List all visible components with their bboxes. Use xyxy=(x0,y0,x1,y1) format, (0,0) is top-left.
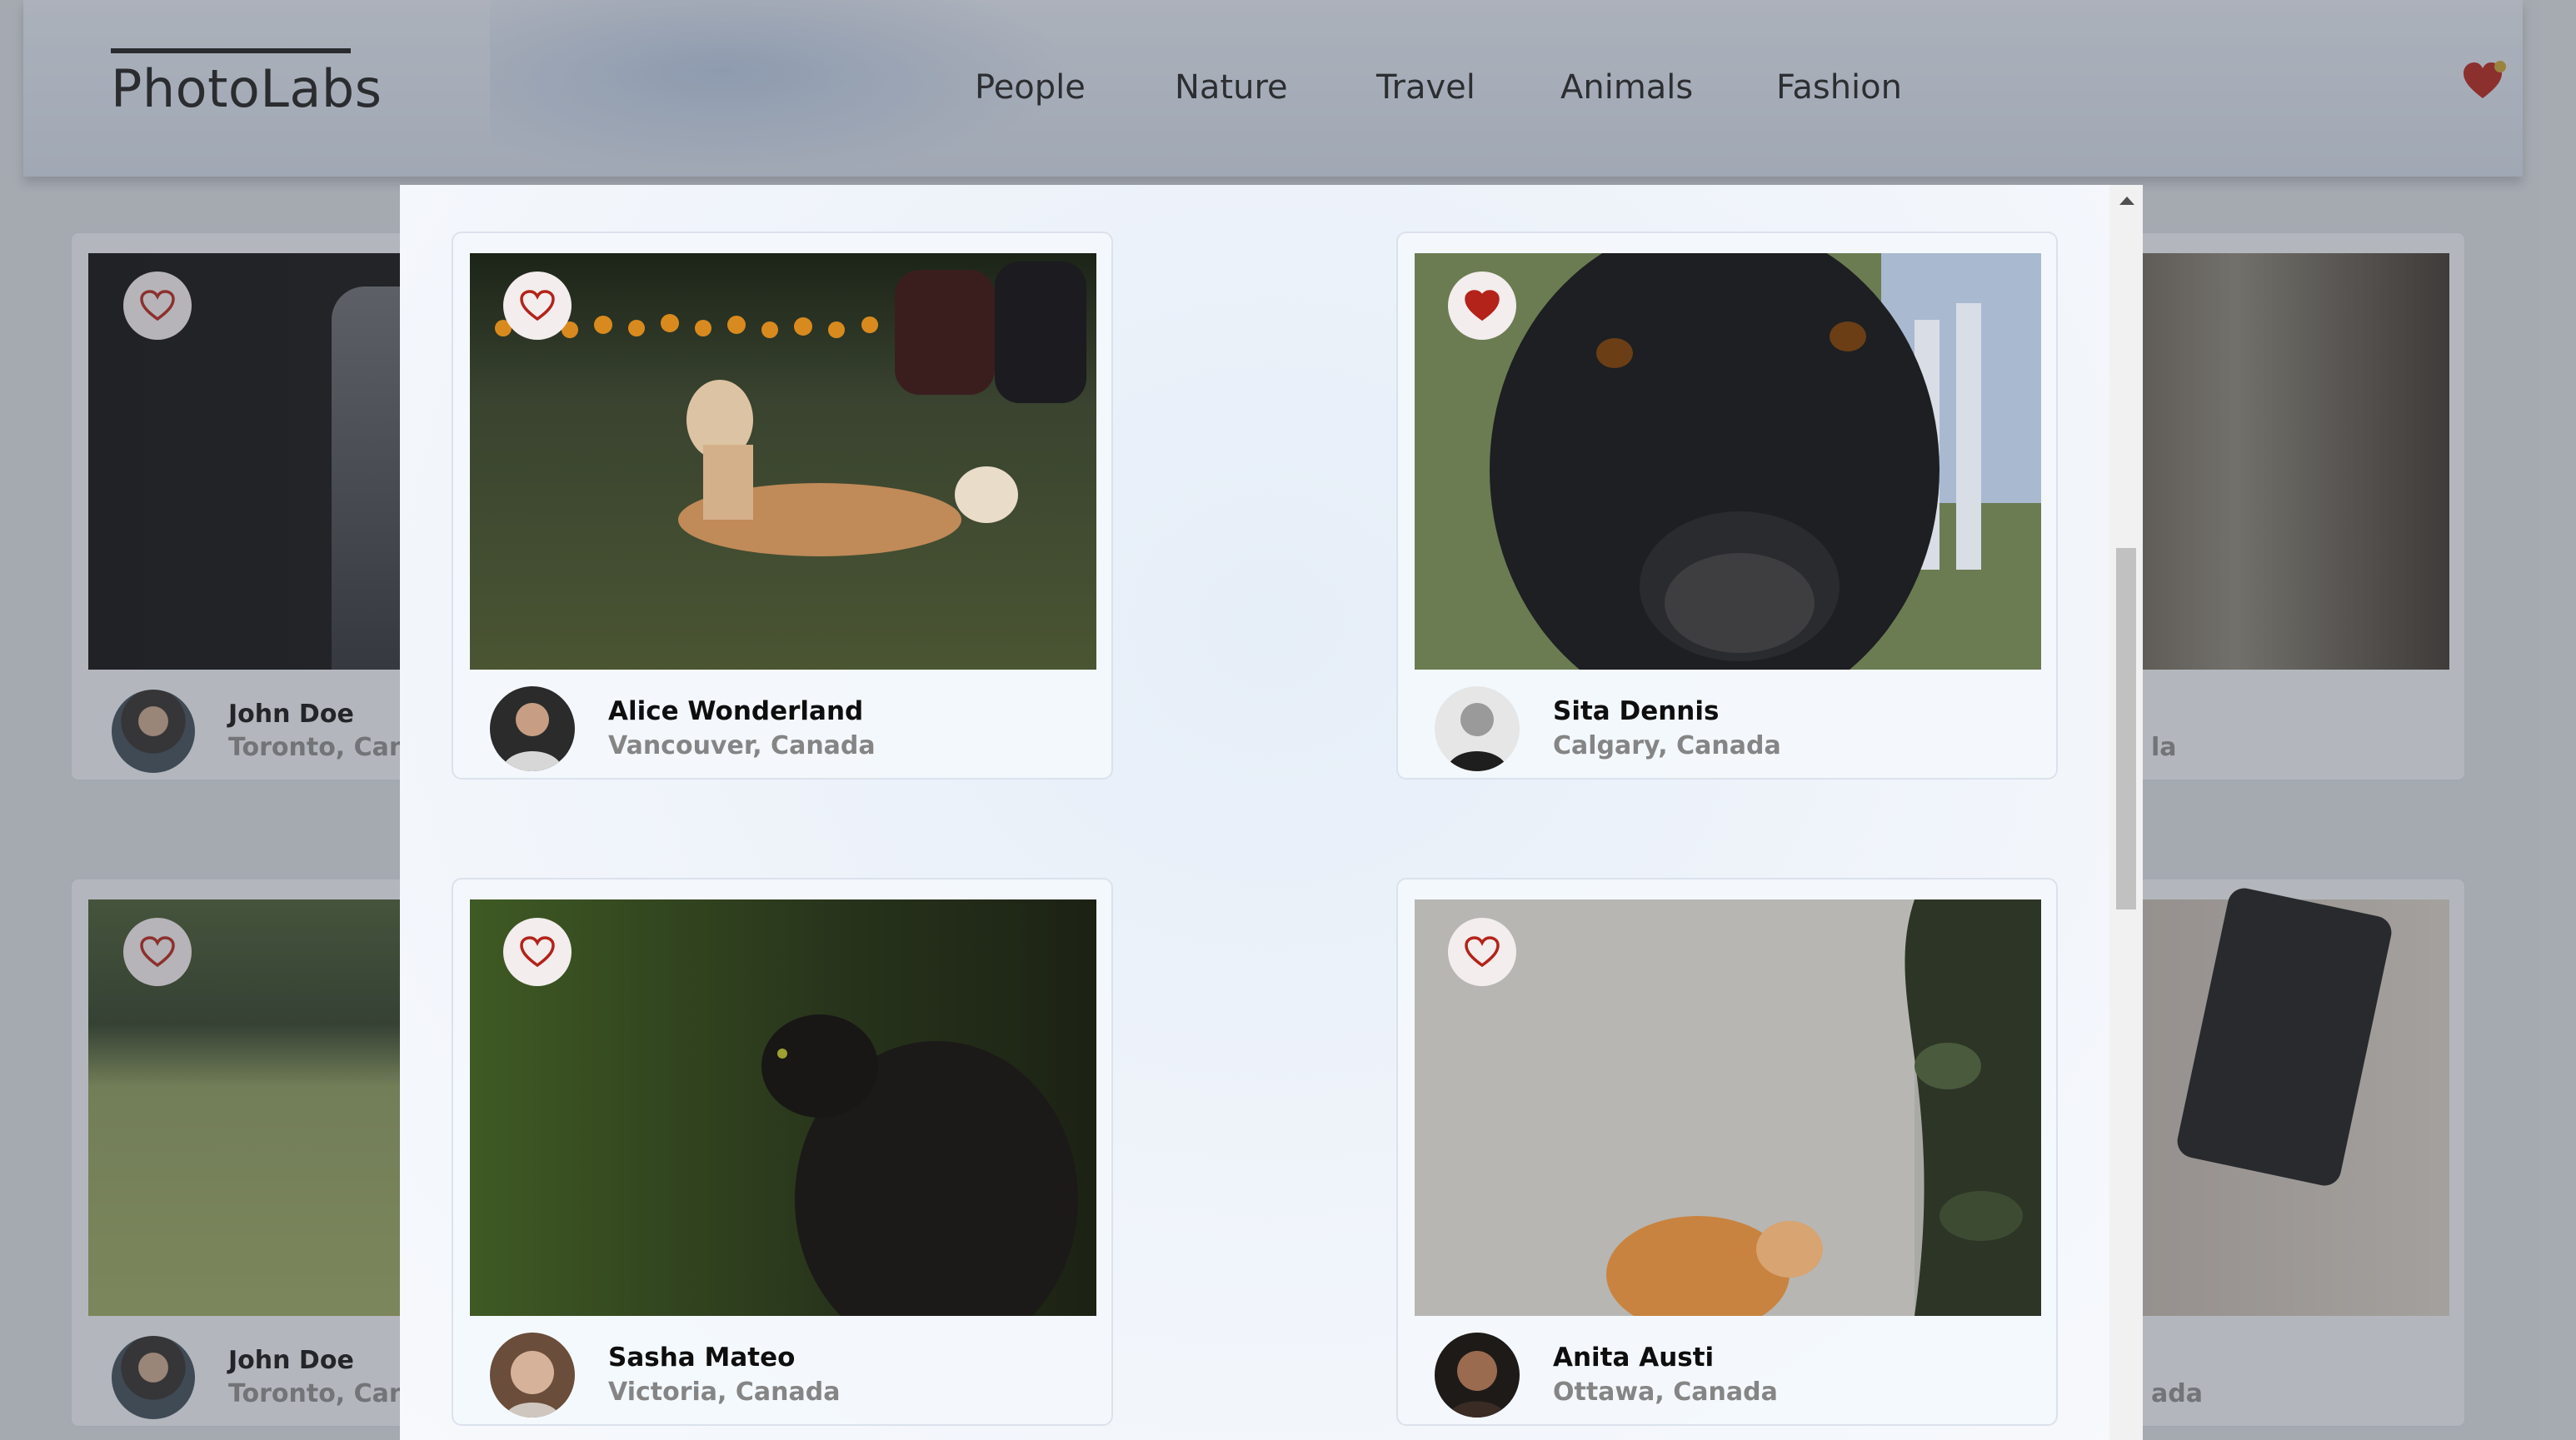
scrollbar-thumb[interactable] xyxy=(2116,548,2136,909)
similar-photo-card[interactable]: Anita Austi Ottawa, Canada xyxy=(1396,878,2058,1426)
photographer-avatar xyxy=(490,1333,575,1418)
photographer-location: Ottawa, Canada xyxy=(1553,1378,1778,1407)
photo-details-modal: Alice Wonderland Vancouver, Canada Sita … xyxy=(400,185,2143,1440)
photographer-location: Victoria, Canada xyxy=(608,1378,841,1407)
photographer-avatar xyxy=(1435,686,1520,771)
photographer-location: Vancouver, Canada xyxy=(608,731,876,760)
photographer-name: Anita Austi xyxy=(1553,1343,1715,1373)
favourite-button[interactable] xyxy=(1448,272,1516,340)
heart-outline-icon xyxy=(520,290,555,321)
photographer-name: Alice Wonderland xyxy=(608,696,864,726)
similar-photo-card[interactable]: Sasha Mateo Victoria, Canada xyxy=(452,878,1113,1426)
heart-outline-icon xyxy=(520,936,555,968)
photographer-name: Sita Dennis xyxy=(1553,696,1720,726)
photographer-name: Sasha Mateo xyxy=(608,1343,796,1373)
favourite-button[interactable] xyxy=(503,272,572,340)
favourite-button[interactable] xyxy=(503,918,572,986)
photographer-avatar xyxy=(490,686,575,771)
photographer-avatar xyxy=(1435,1333,1520,1418)
favourite-button[interactable] xyxy=(1448,918,1516,986)
heart-filled-icon xyxy=(1465,290,1500,321)
heart-outline-icon xyxy=(1465,936,1500,968)
scroll-up-arrow-icon[interactable] xyxy=(2119,197,2134,205)
similar-photo-card[interactable]: Sita Dennis Calgary, Canada xyxy=(1396,232,2058,780)
photographer-location: Calgary, Canada xyxy=(1553,731,1781,760)
modal-scrollbar[interactable] xyxy=(2109,185,2143,1440)
similar-photo-card[interactable]: Alice Wonderland Vancouver, Canada xyxy=(452,232,1113,780)
